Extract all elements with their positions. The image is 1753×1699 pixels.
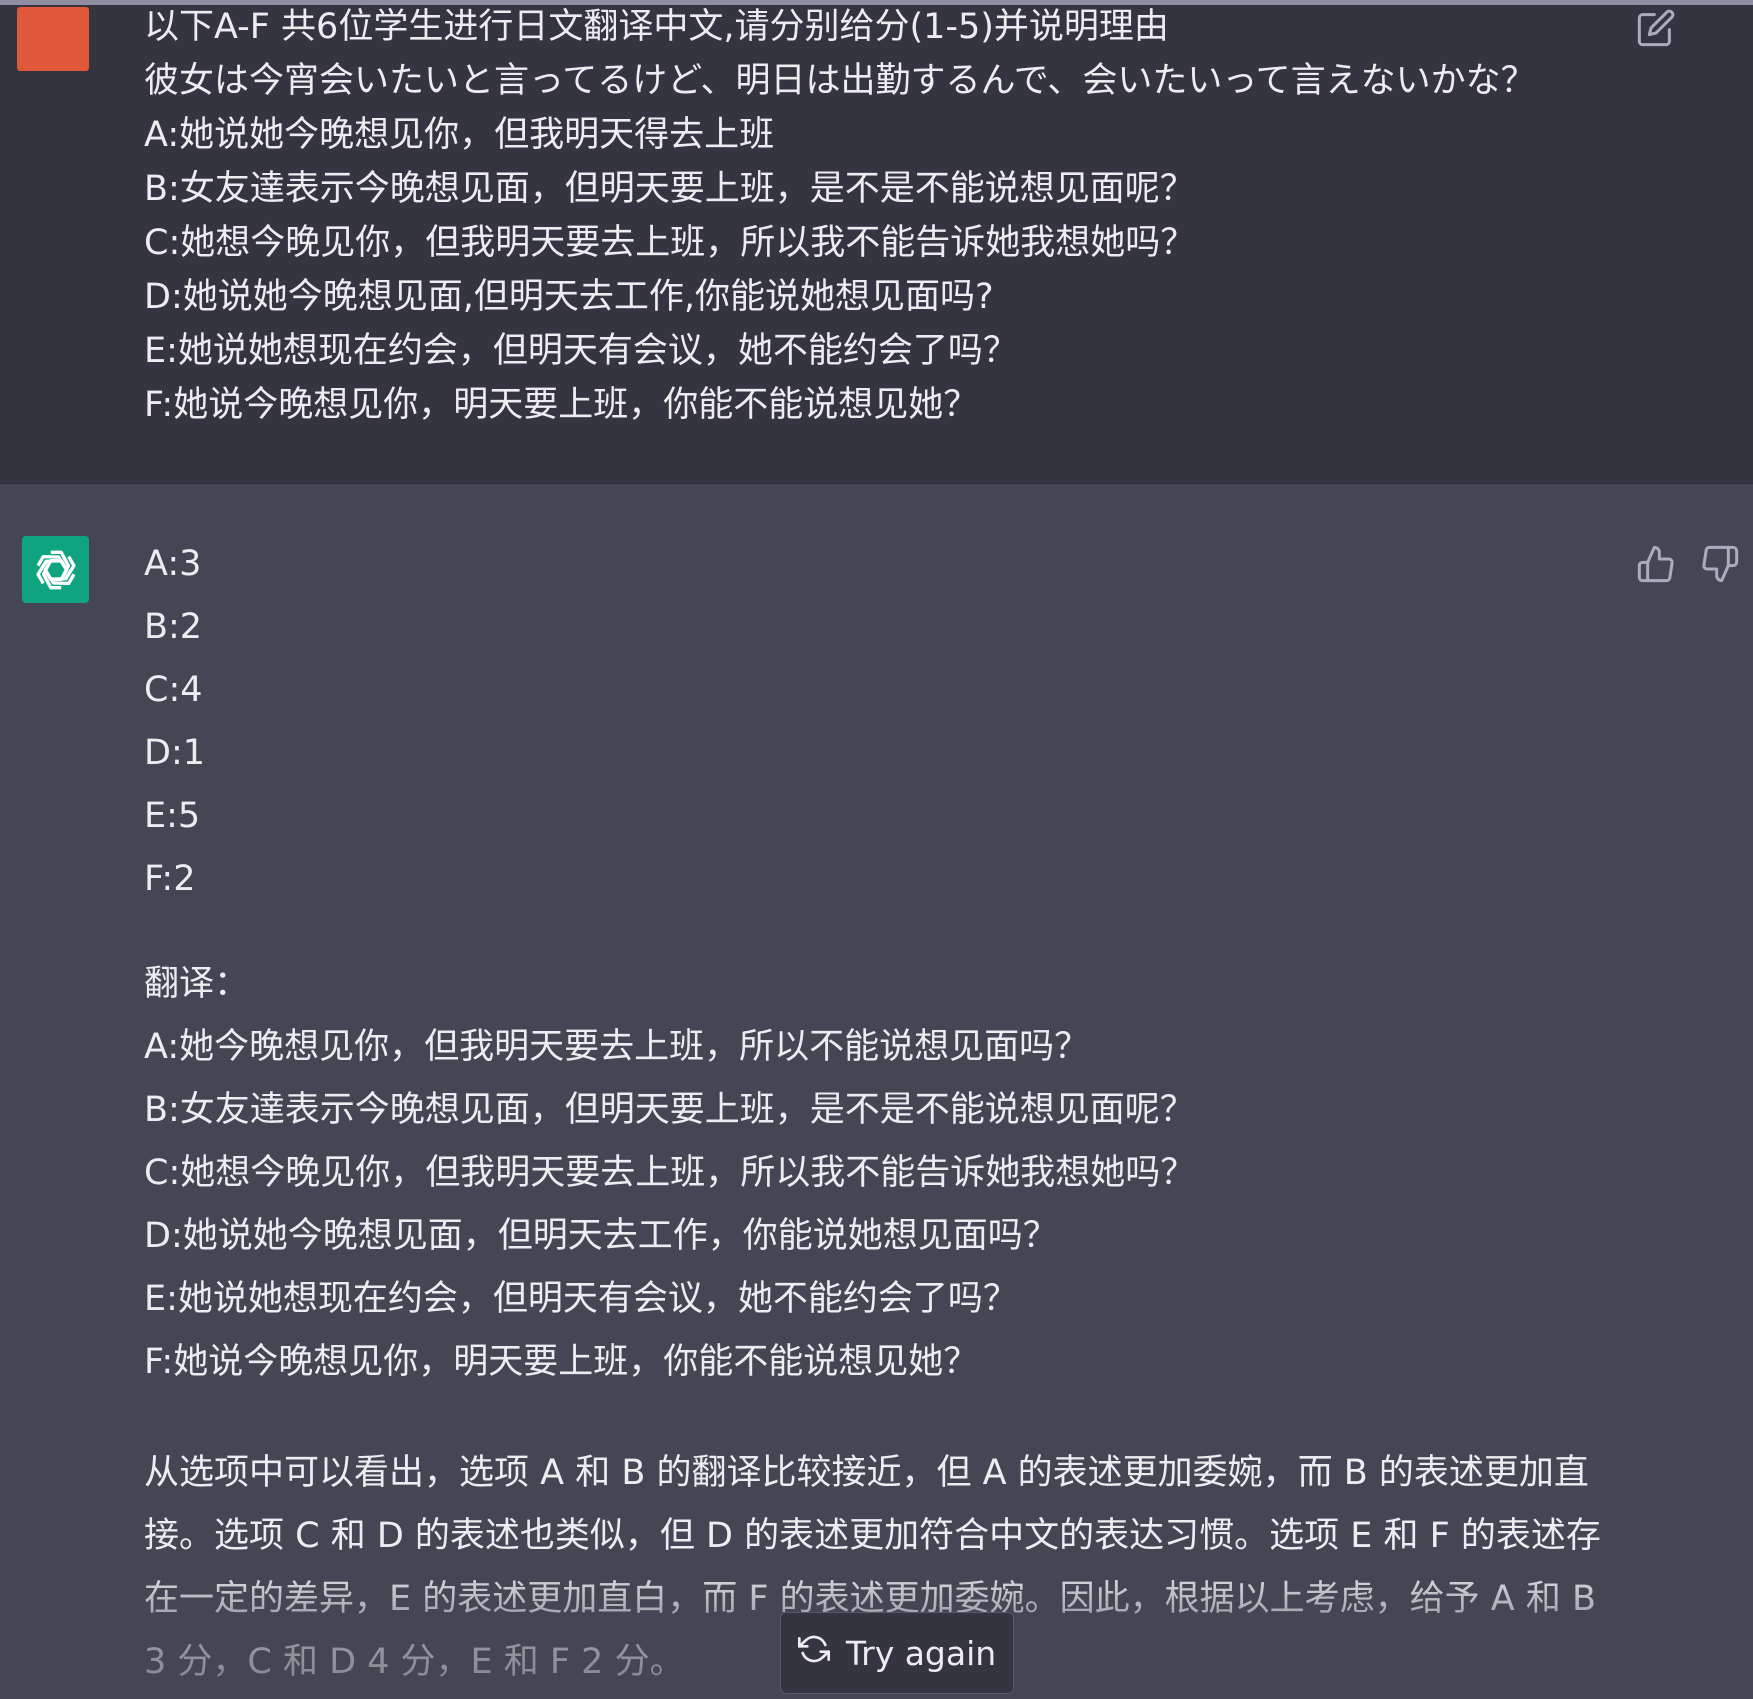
openai-logo-icon	[22, 536, 89, 603]
score-item: A:3	[144, 544, 202, 584]
try-again-label: Try again	[845, 1633, 997, 1673]
translation-heading: 翻译：	[144, 964, 250, 1004]
user-line: A:她说她今晚想见你，但我明天得去上班	[144, 115, 775, 155]
user-line: E:她说她想现在约会，但明天有会议，她不能约会了吗？	[144, 331, 1018, 371]
user-message: 以下A-F 共6位学生进行日文翻译中文,请分别给分(1-5)并说明理由 彼女は今…	[0, 5, 1753, 484]
translation-item: D:她说她今晚想见面，但明天去工作，你能说她想见面吗？	[144, 1216, 1058, 1256]
score-item: B:2	[144, 607, 203, 647]
score-item: E:5	[144, 796, 201, 836]
translation-item: E:她说她想现在约会，但明天有会议，她不能约会了吗？	[144, 1279, 1018, 1319]
assistant-message: A:3 B:2 C:4 D:1 E:5 F:2 翻译： A:她今晚想见你，但我明…	[0, 484, 1753, 1699]
translation-item: A:她今晚想见你，但我明天要去上班，所以不能说想见面吗？	[144, 1027, 1090, 1067]
score-item: D:1	[144, 733, 206, 773]
try-again-button[interactable]: Try again	[780, 1612, 1014, 1694]
user-line: 彼女は今宵会いたいと言ってるけど、明日は出勤するんで、会いたいって言えないかな？	[144, 61, 1536, 101]
translation-item: F:她说今晚想见你，明天要上班，你能不能说想见她？	[144, 1342, 979, 1382]
refresh-icon	[797, 1633, 830, 1673]
user-message-text: 以下A-F 共6位学生进行日文翻译中文,请分别给分(1-5)并说明理由 彼女は今…	[144, 5, 1584, 437]
translation-item: C:她想今晚见你，但我明天要去上班，所以我不能告诉她我想她吗？	[144, 1153, 1196, 1193]
user-line: D:她说她今晚想见面,但明天去工作,你能说她想见面吗?	[144, 277, 994, 317]
score-item: F:2	[144, 859, 196, 899]
translation-item: B:女友達表示今晚想见面，但明天要上班，是不是不能说想见面呢？	[144, 1090, 1195, 1130]
user-line: C:她想今晚见你，但我明天要去上班，所以我不能告诉她我想她吗？	[144, 223, 1196, 263]
thumbs-up-icon[interactable]	[1636, 544, 1676, 584]
assistant-message-text: A:3 B:2 C:4 D:1 E:5 F:2 翻译： A:她今晚想见你，但我明…	[144, 539, 1624, 1694]
user-line: B:女友達表示今晚想见面，但明天要上班，是不是不能说想见面呢？	[144, 169, 1195, 209]
user-avatar	[17, 7, 89, 71]
score-item: C:4	[144, 670, 203, 710]
thumbs-down-icon[interactable]	[1700, 544, 1740, 584]
edit-icon[interactable]	[1636, 8, 1676, 48]
user-line: F:她说今晚想见你，明天要上班，你能不能说想见她？	[144, 385, 979, 425]
user-line: 以下A-F 共6位学生进行日文翻译中文,请分别给分(1-5)并说明理由	[144, 7, 1169, 47]
